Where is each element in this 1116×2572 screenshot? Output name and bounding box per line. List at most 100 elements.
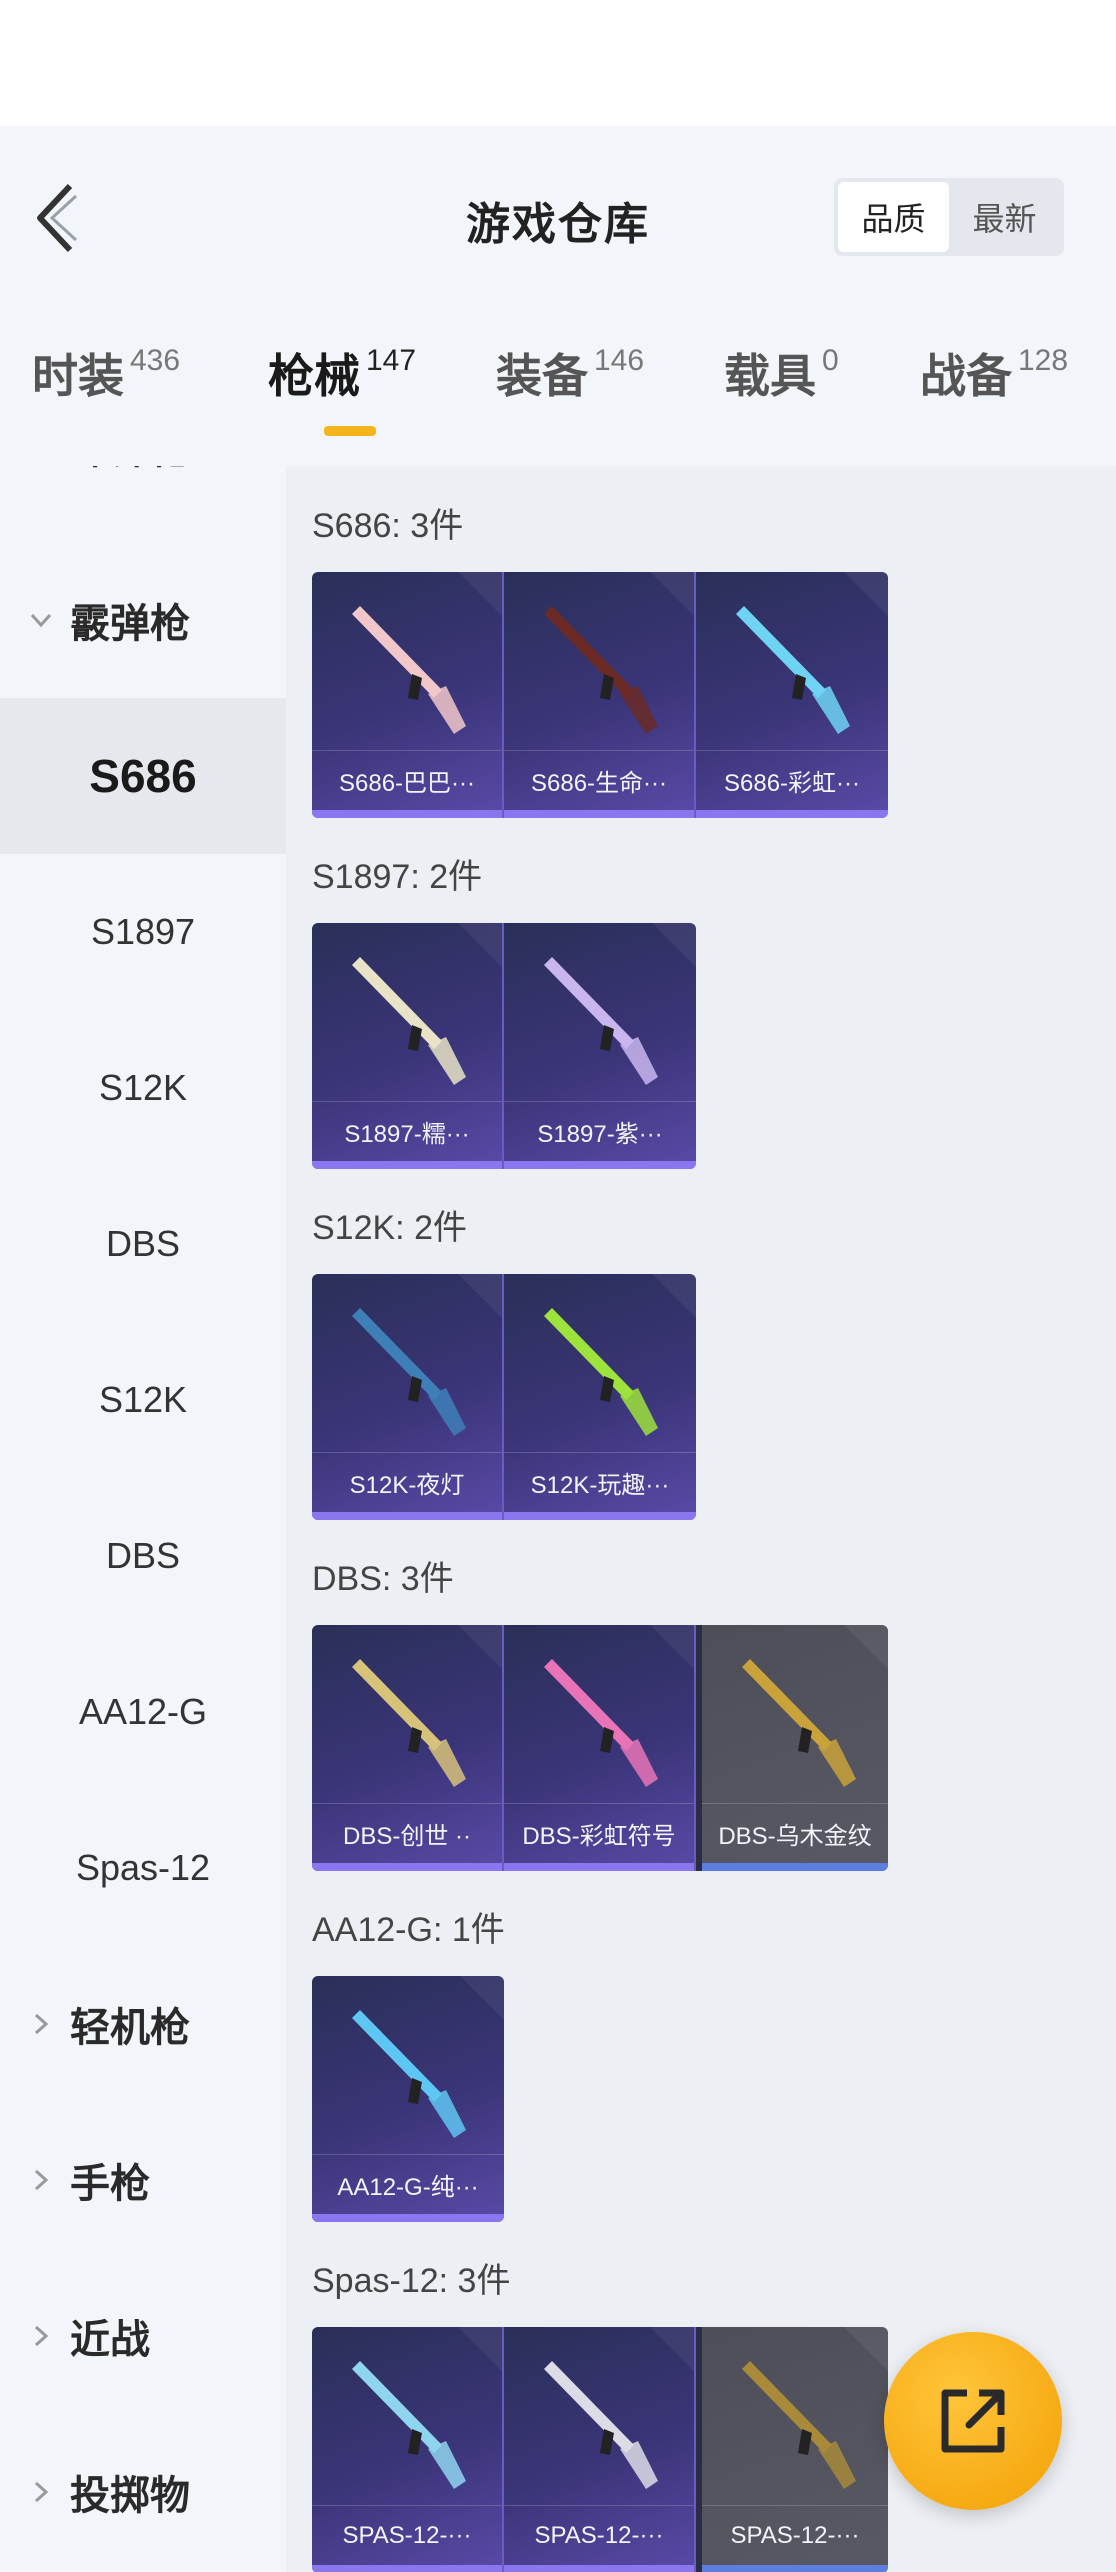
weapon-skin-card[interactable]: DBS-乌木金纹 xyxy=(696,1625,888,1871)
weapon-skin-name: SPAS-12-··· xyxy=(702,2505,888,2565)
sidebar-category-shotgun[interactable]: 霰弹枪 xyxy=(0,542,286,698)
category-tabs: 时装 436 枪械 147 装备 146 载具 0 战备 128 xyxy=(0,340,1116,450)
weapon-skin-name: DBS-创世 ·· xyxy=(312,1803,502,1863)
quality-bar xyxy=(702,1863,888,1871)
weapon-skin-image xyxy=(544,606,658,734)
sort-quality-button[interactable]: 品质 xyxy=(838,182,949,252)
chevron-down-icon xyxy=(30,613,52,628)
weapon-grid-content: S686: 3件 S686-巴巴··· S686-生命··· S686-彩虹··· S1… xyxy=(286,466,1116,2572)
sidebar-category-label: 霰弹枪 xyxy=(70,602,190,646)
quality-bar xyxy=(504,1512,696,1520)
weapon-skin-card[interactable]: S686-生命··· xyxy=(504,572,696,818)
quality-bar xyxy=(504,1863,694,1871)
sidebar-item-s12k[interactable]: S12K xyxy=(0,1010,286,1166)
weapon-skin-name: DBS-乌木金纹 xyxy=(702,1803,888,1863)
active-tab-indicator xyxy=(324,426,376,436)
weapon-skin-image xyxy=(352,606,466,734)
weapon-skin-name: DBS-彩虹符号 xyxy=(504,1803,694,1863)
tab-equipment[interactable]: 装备 146 xyxy=(496,340,644,450)
sidebar-item-dbs[interactable]: DBS xyxy=(0,1478,286,1634)
weapon-skin-card[interactable]: DBS-创世 ·· xyxy=(312,1625,504,1871)
weapon-skin-card[interactable]: SPAS-12-··· xyxy=(696,2327,888,2572)
chevron-right-icon xyxy=(34,2325,49,2347)
weapon-skin-card[interactable]: S686-彩虹··· xyxy=(696,572,888,818)
tab-vehicles[interactable]: 载具 0 xyxy=(724,340,839,450)
weapon-skin-card[interactable]: SPAS-12-··· xyxy=(312,2327,504,2572)
sidebar-item-dbs[interactable]: DBS xyxy=(0,1166,286,1322)
sidebar-item-s1897[interactable]: S1897 xyxy=(0,854,286,1010)
share-button[interactable] xyxy=(884,2332,1062,2510)
group-title: AA12-G: 1件 xyxy=(312,1911,505,1949)
weapon-skin-image xyxy=(544,1659,658,1787)
quality-bar xyxy=(312,1512,502,1520)
chevron-right-icon xyxy=(34,2013,49,2035)
weapon-skin-name: S12K-玩趣··· xyxy=(504,1452,696,1512)
weapon-skin-image xyxy=(544,957,658,1085)
weapon-skin-card[interactable]: S12K-玩趣··· xyxy=(504,1274,696,1520)
weapon-skin-grid: DBS-创世 ·· DBS-彩虹符号 DBS-乌木金纹 xyxy=(312,1625,888,1871)
weapon-sidebar: 冲锋枪 霰弹枪 S686 S1897 S12K DBS S12K DBS AA1… xyxy=(0,466,286,2572)
weapon-skin-grid: S686-巴巴··· S686-生命··· S686-彩虹··· xyxy=(312,572,888,818)
sidebar-item-aa12-g[interactable]: AA12-G xyxy=(0,1634,286,1790)
sort-toggle: 品质 最新 xyxy=(834,178,1064,256)
sidebar-item-spas-12[interactable]: Spas-12 xyxy=(0,1790,286,1946)
weapon-skin-image xyxy=(352,1659,466,1787)
weapon-skin-image xyxy=(352,957,466,1085)
status-bar xyxy=(0,0,1116,126)
weapon-skin-image xyxy=(352,1308,466,1436)
weapon-skin-card[interactable]: AA12-G-纯··· xyxy=(312,1976,504,2222)
weapon-skin-card[interactable]: DBS-彩虹符号 xyxy=(504,1625,696,1871)
share-icon xyxy=(941,2389,1005,2453)
weapon-skin-name: S1897-紫··· xyxy=(504,1101,696,1161)
tab-fashion[interactable]: 时装 436 xyxy=(32,340,180,450)
sidebar-category-label: 投掷物 xyxy=(70,2474,190,2518)
quality-bar xyxy=(696,810,888,818)
sidebar-category-lmg[interactable]: 轻机枪 xyxy=(0,1946,286,2102)
weapon-skin-card[interactable]: SPAS-12-··· xyxy=(504,2327,696,2572)
group-title: S686: 3件 xyxy=(312,507,464,545)
weapon-skin-card[interactable]: S1897-糯··· xyxy=(312,923,504,1169)
weapon-skin-image xyxy=(352,2361,466,2489)
tab-label: 战备 xyxy=(920,350,1012,402)
sidebar-category-pistol[interactable]: 手枪 xyxy=(0,2102,286,2258)
weapon-skin-grid: SPAS-12-··· SPAS-12-··· SPAS-12-··· xyxy=(312,2327,888,2572)
weapon-skin-image xyxy=(742,2361,856,2489)
sort-newest-button[interactable]: 最新 xyxy=(949,182,1060,252)
group-title: S1897: 2件 xyxy=(312,858,483,896)
weapon-skin-name: SPAS-12-··· xyxy=(312,2505,502,2565)
weapon-skin-image xyxy=(736,606,850,734)
group-title: Spas-12: 3件 xyxy=(312,2262,511,2300)
weapon-skin-grid: AA12-G-纯··· xyxy=(312,1976,504,2222)
weapon-skin-grid: S1897-糯··· S1897-紫··· xyxy=(312,923,696,1169)
sidebar-item-s12k[interactable]: S12K xyxy=(0,1322,286,1478)
weapon-skin-name: S1897-糯··· xyxy=(312,1101,502,1161)
quality-bar xyxy=(312,2565,502,2572)
sidebar-category-label: 手枪 xyxy=(70,2162,150,2206)
weapon-skin-image xyxy=(352,2010,466,2138)
quality-bar xyxy=(504,2565,694,2572)
weapon-skin-name: S12K-夜灯 xyxy=(312,1452,502,1512)
sidebar-category-smg[interactable]: 冲锋枪 xyxy=(0,466,286,524)
tab-supplies[interactable]: 战备 128 xyxy=(920,340,1068,450)
quality-bar xyxy=(504,810,694,818)
tab-count: 146 xyxy=(594,344,645,377)
weapon-skin-image xyxy=(544,2361,658,2489)
sidebar-item-s686[interactable]: S686 xyxy=(0,698,286,854)
sidebar-category-melee[interactable]: 近战 xyxy=(0,2258,286,2414)
quality-bar xyxy=(312,2214,504,2222)
weapon-skin-name: SPAS-12-··· xyxy=(504,2505,694,2565)
sidebar-category-label: 冲锋枪 xyxy=(70,466,190,475)
chevron-right-icon xyxy=(34,2169,49,2191)
tab-label: 装备 xyxy=(496,350,588,402)
weapon-skin-card[interactable]: S12K-夜灯 xyxy=(312,1274,504,1520)
sidebar-category-label: 近战 xyxy=(70,2318,150,2362)
quality-bar xyxy=(702,2565,888,2572)
group-title: S12K: 2件 xyxy=(312,1209,467,1247)
weapon-skin-card[interactable]: S686-巴巴··· xyxy=(312,572,504,818)
sidebar-category-throwables[interactable]: 投掷物 xyxy=(0,2414,286,2570)
tab-count: 0 xyxy=(822,344,839,377)
quality-bar xyxy=(312,1863,502,1871)
weapon-skin-card[interactable]: S1897-紫··· xyxy=(504,923,696,1169)
weapon-skin-image xyxy=(742,1659,856,1787)
weapon-skin-name: S686-彩虹··· xyxy=(696,750,888,810)
